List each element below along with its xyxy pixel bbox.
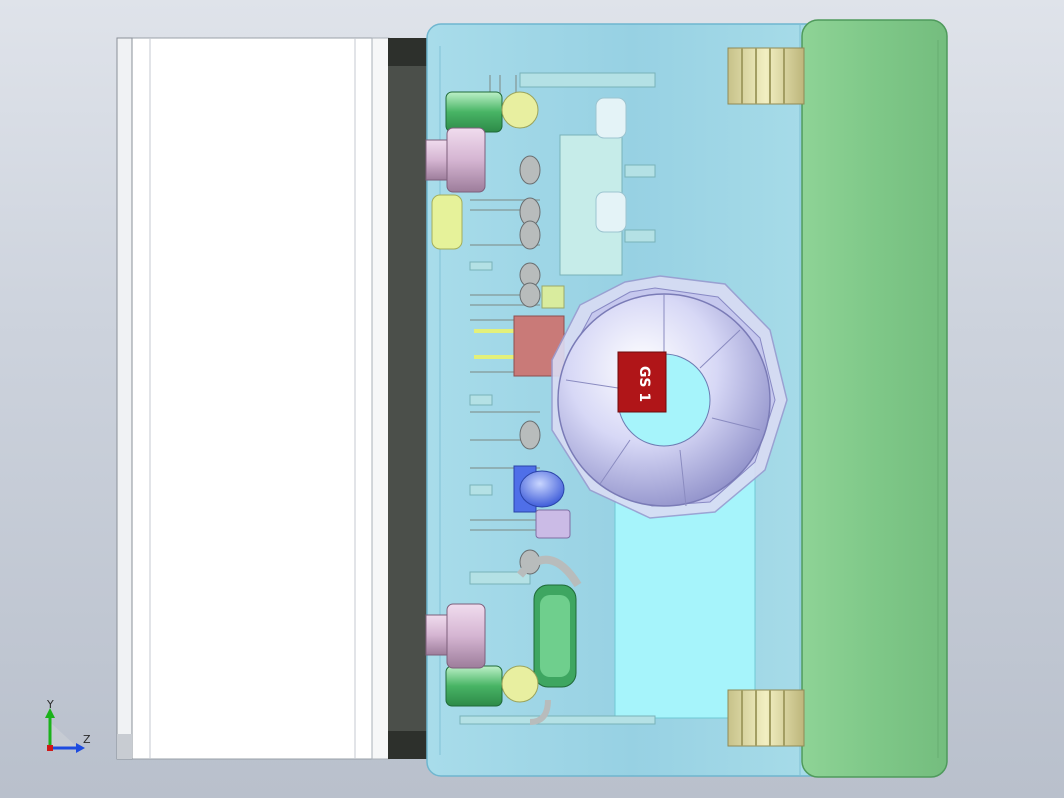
cad-3d-viewport[interactable]: GS 1 <box>0 0 1064 798</box>
green-terminal-bottom[interactable] <box>445 665 539 707</box>
z-axis-label: Z <box>83 733 91 746</box>
brass-insert-top[interactable] <box>727 47 805 105</box>
y-axis-label: Y <box>47 698 54 711</box>
x-axis-marker <box>47 745 53 751</box>
gland-marking: GS 1 <box>636 366 652 402</box>
brass-insert-bottom[interactable] <box>727 689 805 747</box>
enclosure-model-view[interactable]: GS 1 <box>0 0 1064 798</box>
cable-gland[interactable]: GS 1 <box>551 275 788 519</box>
purple-sensor[interactable] <box>535 509 571 539</box>
yellow-capacitor[interactable] <box>541 285 565 309</box>
white-side-panel[interactable] <box>116 37 390 760</box>
yellow-cylinder[interactable] <box>431 194 463 250</box>
green-end-cap[interactable] <box>801 19 948 778</box>
green-terminal-top[interactable] <box>445 91 539 133</box>
coordinate-triad: Y Z <box>38 698 98 760</box>
dark-gasket[interactable] <box>388 38 428 759</box>
